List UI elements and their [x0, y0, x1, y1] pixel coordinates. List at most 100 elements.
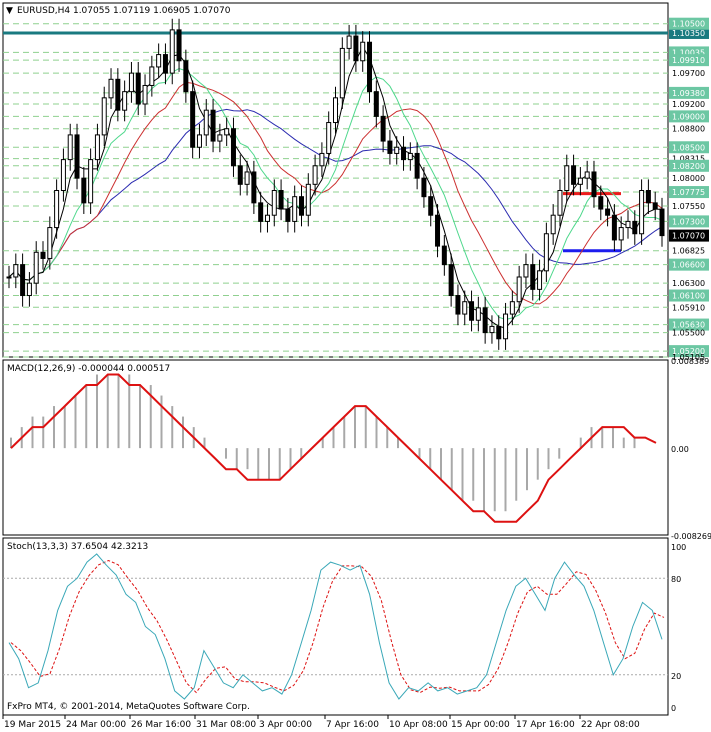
price-tick-label: 1.06100: [672, 292, 705, 301]
macd-pane-frame: [2, 359, 669, 536]
candle-body: [176, 29, 182, 62]
candle-body: [13, 264, 19, 278]
candle-body: [516, 276, 522, 303]
candle-body: [217, 134, 223, 142]
symbol-header: EURUSD,H4 1.07055 1.07119 1.06905 1.0707…: [17, 6, 231, 16]
price-tick-label: 1.09200: [672, 100, 705, 109]
time-label: 15 Apr 00:00: [451, 720, 510, 730]
time-label: 17 Apr 16:00: [516, 720, 575, 730]
candle-body: [577, 177, 583, 185]
candle-body: [224, 128, 230, 136]
candle-body: [435, 214, 441, 247]
candle-body: [339, 47, 345, 99]
candle-body: [564, 165, 570, 192]
candle-body: [448, 264, 454, 297]
macd-header: MACD(12,26,9) -0.000044 0.000517: [7, 364, 170, 374]
candle-body: [611, 214, 617, 241]
stoch-axis: 100 80 20 0: [671, 543, 686, 713]
candle-body: [319, 152, 325, 167]
candle-body: [455, 295, 461, 315]
price-tick-label: 1.05500: [672, 329, 705, 338]
candle-body: [20, 264, 26, 297]
price-tick-label: 1.07550: [672, 202, 705, 211]
candle-body: [503, 313, 509, 340]
candle-body: [264, 214, 270, 222]
candle-body: [135, 72, 141, 105]
candle-body: [571, 165, 577, 185]
candle-body: [67, 134, 73, 161]
macd-axis: 0.008389 0.00 -0.008269: [671, 357, 711, 541]
candle-body: [475, 307, 481, 321]
candle-body: [584, 171, 590, 179]
candle-body: [149, 66, 155, 86]
candle-body: [244, 171, 250, 185]
current-price-label: 1.07070: [672, 232, 705, 241]
candle-body: [598, 196, 604, 210]
price-tick-label: 1.06300: [672, 279, 705, 288]
time-label: 22 Apr 08:00: [581, 720, 640, 730]
price-tick-label: 1.06825: [672, 247, 705, 256]
candle-body: [128, 72, 134, 93]
price-tick-label: 1.10500: [672, 20, 705, 29]
candle-body: [618, 227, 624, 241]
candle-body: [183, 60, 189, 93]
collapse-arrow-icon[interactable]: ▼: [6, 6, 13, 16]
stoch-tick-label: 100: [671, 543, 686, 552]
macd-tick-label: 0.008389: [671, 357, 709, 366]
candle-body: [509, 301, 515, 315]
candle-body: [122, 91, 128, 111]
time-label: 31 Mar 08:00: [196, 720, 256, 730]
candle-body: [230, 128, 236, 167]
candle-body: [557, 190, 563, 216]
candle-body: [401, 146, 407, 161]
stoch-tick-label: 0: [671, 704, 676, 713]
candle-body: [26, 282, 32, 297]
candle-body: [81, 177, 87, 204]
candle-body: [60, 159, 66, 192]
price-axis: 1.105001.100351.099101.097001.093801.092…: [669, 17, 709, 362]
macd-tick-label: -0.008269: [671, 532, 711, 541]
candle-body: [414, 152, 420, 179]
price-tick-label: 1.08500: [672, 143, 705, 152]
candle-body: [142, 84, 148, 105]
stoch-pane-frame: [2, 537, 669, 716]
candle-body: [190, 91, 196, 148]
time-label: 3 Apr 00:00: [259, 720, 312, 730]
candle-body: [543, 233, 549, 272]
candle-body: [94, 134, 100, 161]
copyright-footer: FxPro MT4, © 2001-2014, MetaQuotes Softw…: [7, 702, 250, 712]
price-tick-label: 1.05910: [672, 303, 705, 312]
candle-body: [54, 190, 60, 229]
time-label: 26 Mar 16:00: [131, 720, 191, 730]
price-tick-label: 1.09910: [672, 56, 705, 65]
candle-body: [605, 208, 611, 216]
candle-body: [115, 78, 121, 111]
candle-body: [156, 54, 162, 68]
candle-body: [550, 214, 556, 235]
candle-body: [387, 140, 393, 154]
price-tick-label: 1.07775: [672, 188, 705, 197]
trading-chart: 1.10350 1.105001.100351.099101.097001.09…: [2, 2, 711, 730]
candle-body: [305, 183, 311, 216]
candle-body: [6, 276, 12, 279]
candle-body: [421, 177, 427, 198]
time-label: 7 Apr 16:00: [326, 720, 379, 730]
candle-body: [441, 245, 447, 266]
candle-body: [298, 196, 304, 216]
candle-body: [312, 165, 318, 185]
candle-body: [162, 54, 168, 74]
candle-body: [659, 208, 665, 237]
candle-body: [394, 146, 400, 154]
candle-body: [101, 97, 107, 136]
candle-body: [591, 171, 597, 198]
candle-body: [652, 202, 658, 210]
candle-body: [169, 29, 175, 74]
price-tick-label: 1.08800: [672, 125, 705, 134]
price-tick-label: 1.07300: [672, 217, 705, 226]
candle-body: [210, 109, 216, 142]
candle-body: [47, 227, 53, 259]
candle-body: [333, 97, 338, 124]
candle-body: [645, 190, 651, 204]
candle-body: [639, 190, 645, 235]
time-label: 10 Apr 08:00: [389, 720, 448, 730]
